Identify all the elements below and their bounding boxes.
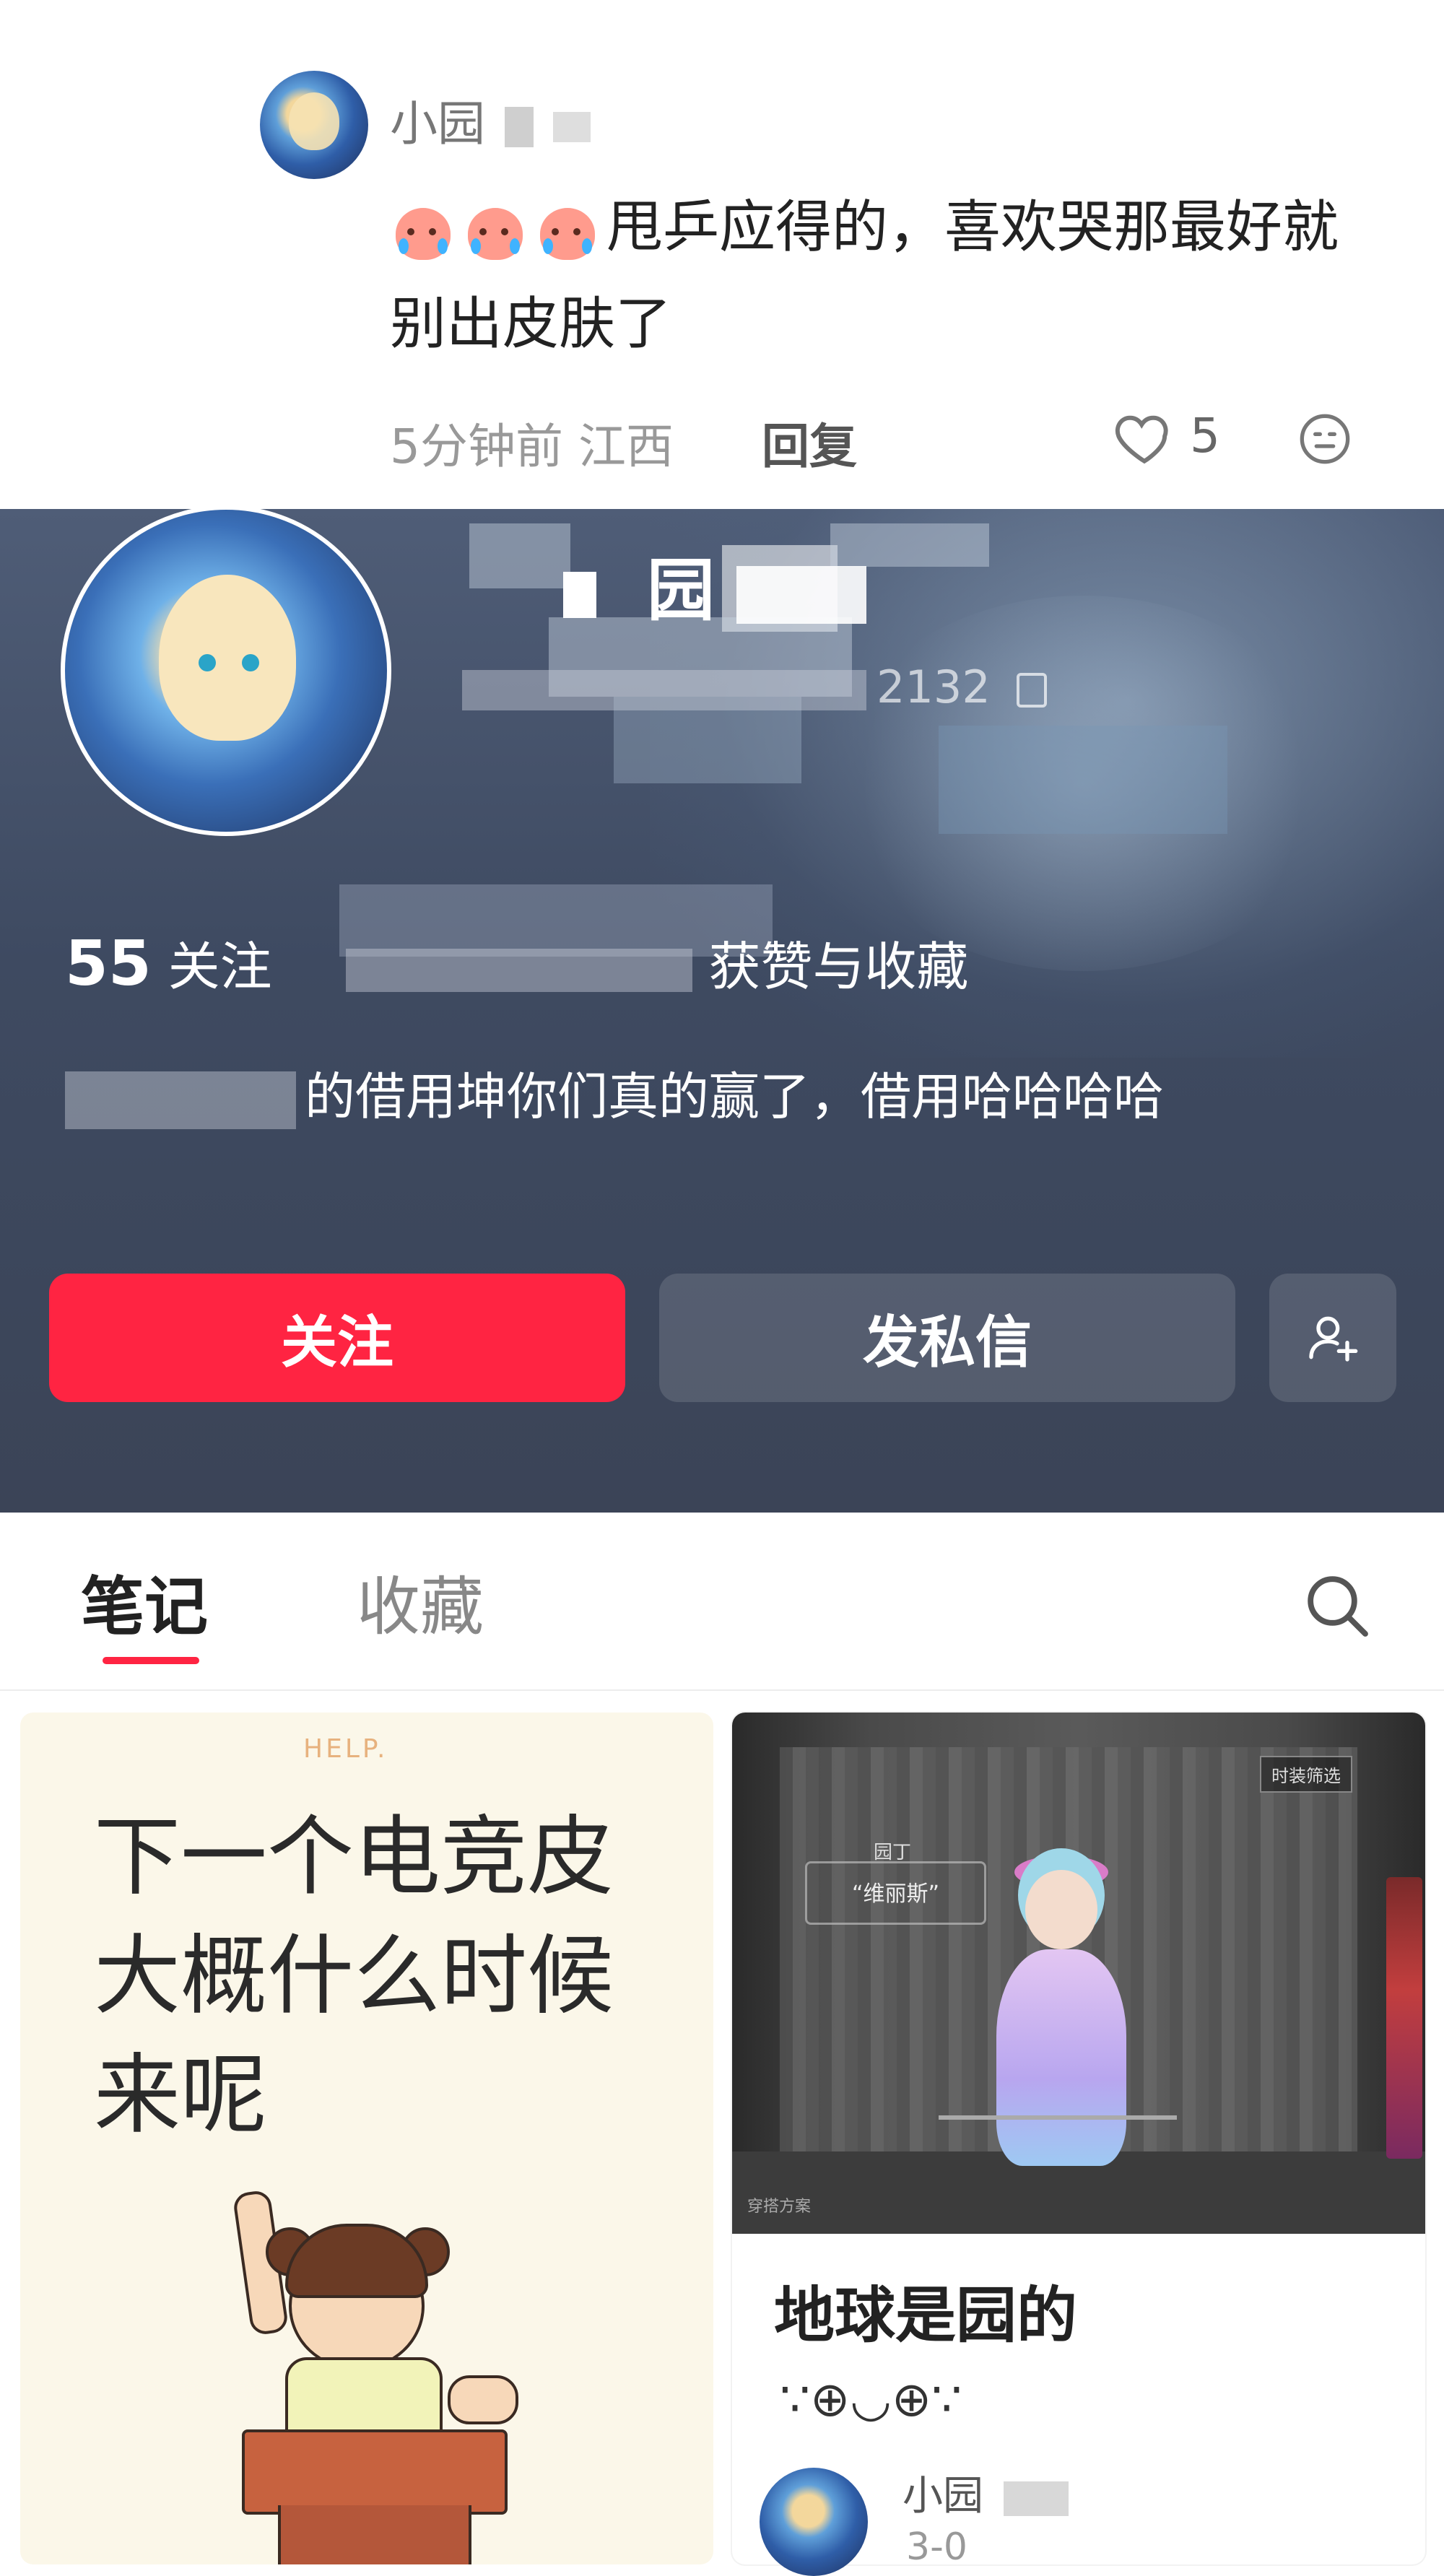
reply-button[interactable]: 回复 [762,408,857,477]
follow-button[interactable]: 关注 [49,1274,625,1402]
redaction-block [504,106,534,147]
illustration-desk-front [278,2505,471,2564]
message-button[interactable]: 发私信 [659,1274,1235,1402]
note-card-right-kaomoji: ∵⊕◡⊕∵ [780,2372,962,2427]
help-badge: HELP. [303,1734,388,1764]
outfit-plan-label: 穿搭方案 [747,2198,812,2216]
following-count[interactable]: 55 [65,928,152,1000]
search-icon[interactable] [1300,1568,1375,1643]
divider [0,1689,1444,1691]
character-head [1025,1870,1097,1949]
crying-emoji-icon [534,202,601,260]
like-count: 5 [1190,408,1220,464]
crying-emoji-icon [462,202,529,260]
profile-id[interactable]: 2132 [462,661,1047,713]
tab-favorites[interactable]: 收藏 [357,1556,484,1648]
add-person-icon [1309,1316,1358,1362]
crying-emoji-icon [390,202,456,260]
likes-label[interactable]: 获赞与收藏 [708,936,968,997]
tab-notes[interactable]: 笔记 [81,1556,208,1648]
copy-icon[interactable] [1016,672,1047,708]
side-card-strip [1386,1877,1422,2159]
redaction-block [462,669,866,710]
note-card-right-title: 地球是园的 [774,2280,1078,2351]
redaction-block [736,566,867,625]
comment-meta: 5分钟前 江西 [390,419,674,474]
redaction-block [1003,2481,1069,2516]
illustration-desk [242,2429,508,2515]
rotate-arrow [939,2115,1177,2120]
note-card-left-text: 下一个电竞皮大概什么时候来呢 [94,1807,614,2146]
smile-icon[interactable] [1296,410,1354,468]
redaction-block [563,572,596,619]
illustration-hand [448,2375,518,2424]
profile-name: 园 [563,536,867,634]
add-friend-button[interactable] [1269,1274,1396,1402]
redaction-block [552,111,591,142]
fashion-filter-tag: 时装筛选 [1260,1756,1352,1793]
heart-outline-icon[interactable] [1112,404,1177,469]
comment-text: 甩乒应得的，喜欢哭那最好就别出皮肤了 [390,195,1339,357]
author-name[interactable]: 小园 [902,2463,1069,2522]
following-label[interactable]: 关注 [168,936,272,997]
comment-username[interactable]: 小园 [390,85,591,155]
character-skin-label: “维丽斯” [852,1881,940,1907]
comment-avatar[interactable] [260,71,368,179]
profile-avatar[interactable] [61,505,391,836]
character-role-label: 园丁 [874,1842,912,1863]
redaction-block [65,1071,296,1129]
note-card-right-time: 3-0 [906,2525,967,2569]
mosaic-block [469,523,570,588]
active-tab-indicator [103,1657,199,1664]
redaction-block [346,949,693,993]
character-dress [996,1949,1126,2166]
mosaic-block [939,726,1227,834]
author-avatar[interactable] [760,2468,868,2576]
profile-bio: 的借用坤你们真的赢了，借用哈哈哈哈 [65,1050,1365,1143]
profile-stats: 55 关注 获赞与收藏 [65,924,969,1000]
